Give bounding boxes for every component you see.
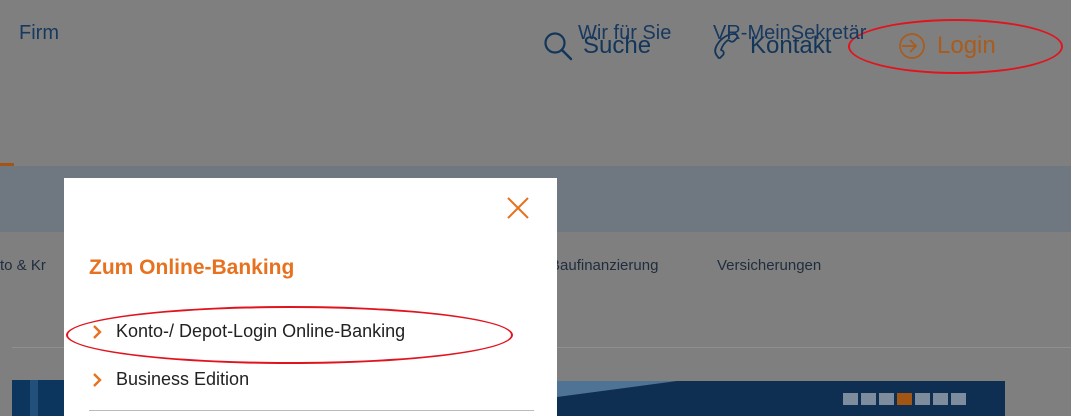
- carousel-dot[interactable]: [933, 393, 948, 405]
- business-edition-link[interactable]: Business Edition: [92, 369, 249, 390]
- carousel-dots: [843, 393, 966, 405]
- search-icon: [544, 32, 573, 61]
- banner-left: [12, 380, 64, 416]
- carousel-dot[interactable]: [951, 393, 966, 405]
- konto-login-highlight-ellipse: [66, 306, 513, 364]
- subnav-item-versicherungen[interactable]: Versicherungen: [717, 257, 821, 274]
- popup-divider: [89, 410, 534, 411]
- carousel-dot[interactable]: [861, 393, 876, 405]
- subnav-item-konto-kredit[interactable]: to & Kr: [0, 257, 46, 274]
- chevron-right-icon: [93, 372, 102, 387]
- popup-title: Zum Online-Banking: [89, 256, 295, 279]
- carousel-dot[interactable]: [879, 393, 894, 405]
- carousel-dot[interactable]: [843, 393, 858, 405]
- nav-item-firmenkunden[interactable]: Firm: [19, 22, 59, 45]
- banner-stripe: [30, 380, 38, 416]
- login-highlight-ellipse: [848, 19, 1063, 74]
- business-edition-label: Business Edition: [116, 369, 250, 389]
- banner-wedge: [557, 381, 677, 397]
- login-popup: Zum Online-Banking Konto-/ Depot-Login O…: [64, 178, 557, 416]
- carousel-dot[interactable]: [915, 393, 930, 405]
- nav-item-vr-meinsekretaer[interactable]: VR-MeinSekretär: [713, 22, 866, 45]
- subnav-item-baufinanzierung[interactable]: Baufinanzierung: [550, 257, 658, 274]
- nav-item-wir-fuer-sie[interactable]: Wir für Sie: [578, 22, 671, 45]
- close-icon: [507, 197, 529, 219]
- carousel-dot-active[interactable]: [897, 393, 912, 405]
- hero-banner: [557, 381, 1005, 416]
- close-button[interactable]: [505, 195, 531, 221]
